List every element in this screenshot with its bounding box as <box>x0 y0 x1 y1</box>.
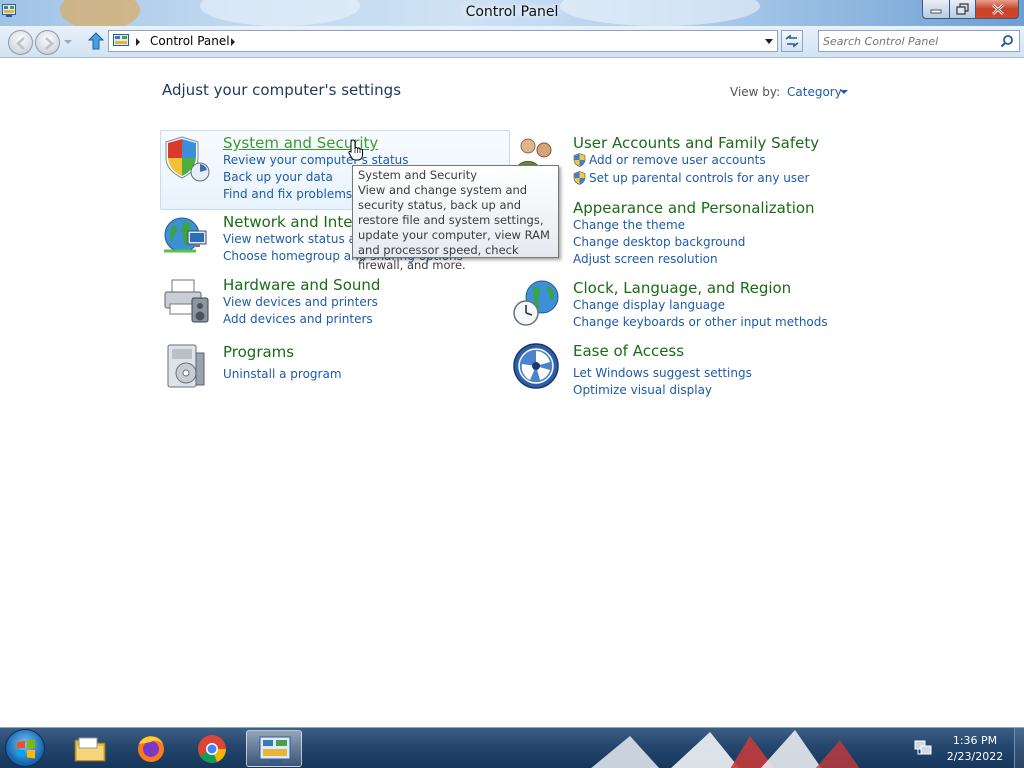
chrome-icon <box>198 735 226 763</box>
control-panel-icon <box>113 34 129 46</box>
category-programs[interactable]: Programs Uninstall a program <box>162 343 502 391</box>
restore-button[interactable] <box>949 0 975 19</box>
taskbar-control-panel[interactable] <box>246 730 302 767</box>
forward-button[interactable] <box>35 30 60 55</box>
close-button[interactable] <box>975 0 1019 19</box>
category-user-accounts[interactable]: User Accounts and Family Safety Add or r… <box>512 134 842 194</box>
back-arrow-icon <box>16 37 25 50</box>
up-one-level-icon[interactable] <box>88 32 104 50</box>
network-globe-icon <box>164 217 207 253</box>
link-uninstall-program[interactable]: Uninstall a program <box>223 367 342 381</box>
category-title[interactable]: Ease of Access <box>573 342 684 360</box>
hand-pointer-icon <box>348 139 363 161</box>
view-by-label: View by: <box>730 85 781 99</box>
chevron-down-icon[interactable] <box>840 90 848 94</box>
shield-icon <box>165 136 210 182</box>
link-parental-controls[interactable]: Set up parental controls for any user <box>589 171 809 185</box>
category-title[interactable]: Programs <box>223 343 294 361</box>
page-title: Adjust your computer's settings <box>162 81 402 99</box>
title-bar[interactable]: Control Panel <box>0 0 1024 30</box>
link-find-fix-problems[interactable]: Find and fix problems <box>223 187 352 201</box>
firefox-icon <box>138 736 164 762</box>
uac-shield-icon <box>573 153 586 167</box>
category-hardware-and-sound[interactable]: Hardware and Sound View devices and prin… <box>162 276 502 328</box>
clock-date: 2/23/2022 <box>946 750 1004 763</box>
link-add-remove-user-accounts[interactable]: Add or remove user accounts <box>589 153 766 167</box>
restore-icon <box>956 3 969 15</box>
refresh-icon <box>785 34 799 48</box>
refresh-button[interactable] <box>781 30 803 52</box>
search-icon[interactable] <box>1000 34 1014 48</box>
clock-globe-icon <box>513 280 559 326</box>
link-change-display-language[interactable]: Change display language <box>573 298 725 312</box>
minimize-button[interactable] <box>922 0 949 19</box>
close-icon <box>992 4 1004 15</box>
category-ease-of-access[interactable]: Ease of Access Let Windows suggest setti… <box>512 342 842 397</box>
link-view-devices-printers[interactable]: View devices and printers <box>223 295 378 309</box>
link-optimize-visual-display[interactable]: Optimize visual display <box>573 383 712 397</box>
programs-icon <box>167 344 205 388</box>
category-title[interactable]: User Accounts and Family Safety <box>573 134 819 152</box>
show-desktop-button[interactable] <box>1014 728 1024 768</box>
window-title: Control Panel <box>465 4 559 20</box>
start-orb-icon <box>17 739 35 759</box>
link-add-devices-printers[interactable]: Add devices and printers <box>223 312 373 326</box>
taskbar: 1:36 PM 2/23/2022 <box>0 727 1024 768</box>
link-change-keyboards[interactable]: Change keyboards or other input methods <box>573 315 828 329</box>
start-button[interactable] <box>5 729 45 767</box>
breadcrumb-separator-icon[interactable] <box>231 38 235 46</box>
tooltip-title: System and Security <box>358 168 478 182</box>
category-clock-language-region[interactable]: Clock, Language, and Region Change displ… <box>512 279 842 331</box>
wallpaper-decoration <box>591 730 860 768</box>
uac-shield-icon <box>573 171 586 185</box>
ease-of-access-icon <box>513 343 559 389</box>
taskbar-file-explorer[interactable] <box>62 730 118 767</box>
link-back-up-data[interactable]: Back up your data <box>223 170 333 184</box>
minimize-icon <box>930 9 942 14</box>
category-title[interactable]: Clock, Language, and Region <box>573 279 791 297</box>
link-let-windows-suggest-settings[interactable]: Let Windows suggest settings <box>573 366 752 380</box>
address-dropdown-icon[interactable] <box>765 39 773 44</box>
category-title[interactable]: Appearance and Personalization <box>573 199 815 217</box>
link-adjust-screen-resolution[interactable]: Adjust screen resolution <box>573 252 718 266</box>
link-change-theme[interactable]: Change the theme <box>573 218 685 232</box>
tooltip-body: View and change system and security stat… <box>358 183 550 272</box>
file-explorer-icon <box>74 737 106 762</box>
search-box[interactable] <box>818 30 1020 52</box>
network-status-icon[interactable] <box>914 740 932 756</box>
taskbar-chrome[interactable] <box>184 730 240 767</box>
system-clock[interactable]: 1:36 PM 2/23/2022 <box>940 733 1010 765</box>
taskbar-firefox[interactable] <box>123 730 179 767</box>
printer-speaker-icon <box>164 279 209 323</box>
category-appearance-personalization[interactable]: Appearance and Personalization Change th… <box>512 199 842 267</box>
control-panel-icon <box>259 736 291 763</box>
category-title[interactable]: Hardware and Sound <box>223 276 380 294</box>
address-bar[interactable]: Control Panel <box>108 30 778 52</box>
control-panel-content: Adjust your computer's settings View by:… <box>0 59 1024 727</box>
recent-pages-dropdown[interactable] <box>64 40 72 44</box>
breadcrumb-control-panel[interactable]: Control Panel <box>150 34 230 48</box>
forward-arrow-icon <box>45 37 54 50</box>
navigation-bar: Control Panel <box>0 26 1024 58</box>
link-change-desktop-background[interactable]: Change desktop background <box>573 235 745 249</box>
breadcrumb-separator-icon[interactable] <box>136 38 140 46</box>
back-button[interactable] <box>8 30 33 55</box>
tooltip: System and Security View and change syst… <box>352 165 559 272</box>
view-by-dropdown[interactable]: Category <box>787 85 842 99</box>
clock-time: 1:36 PM <box>952 734 998 747</box>
search-input[interactable] <box>823 33 993 49</box>
